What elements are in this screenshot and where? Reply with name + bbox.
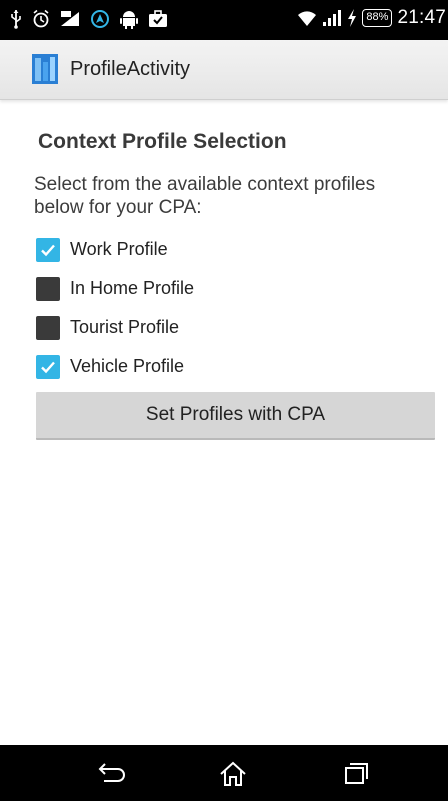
set-profiles-button[interactable]: Set Profiles with CPA (36, 392, 435, 440)
screen: 88% 21:47 ProfileActivity Context Profil… (0, 0, 448, 801)
work-profile-checkbox[interactable]: Work Profile (36, 230, 416, 269)
briefcase-icon (148, 10, 168, 28)
description-text: Select from the available context profil… (34, 174, 376, 218)
status-bar: 88% 21:47 (0, 0, 448, 40)
in-home-profile-checkbox[interactable]: In Home Profile (36, 269, 416, 308)
section-title: Context Profile Selection (38, 130, 287, 153)
profile-label: Work Profile (70, 239, 168, 259)
data-icon (60, 10, 80, 28)
checkbox-icon[interactable] (36, 237, 60, 262)
android-icon (120, 9, 138, 29)
checkbox-icon[interactable] (36, 276, 60, 301)
status-right-icons: 88% 21:47 (297, 7, 446, 29)
app-icon[interactable] (32, 54, 58, 84)
profile-label: In Home Profile (70, 278, 195, 298)
charging-icon (347, 9, 357, 27)
checkbox-icon[interactable] (36, 354, 60, 379)
recents-icon[interactable] (336, 759, 376, 789)
alarm-icon (32, 9, 50, 29)
nav-arrow-icon (90, 9, 110, 29)
home-icon[interactable] (213, 759, 253, 789)
checkbox-icon[interactable] (36, 315, 60, 340)
app-title: ProfileActivity (70, 58, 191, 80)
tourist-profile-checkbox[interactable]: Tourist Profile (36, 308, 416, 347)
profile-list: Work Profile In Home Profile Tourist Pro… (36, 230, 416, 386)
action-bar: ProfileActivity (0, 40, 448, 100)
profile-label: Tourist Profile (70, 317, 180, 337)
navigation-bar (0, 745, 448, 801)
battery-icon: 88% (362, 9, 393, 27)
back-icon[interactable] (90, 759, 130, 789)
status-clock: 21:47 (397, 7, 446, 28)
wifi-icon (297, 9, 317, 27)
profile-label: Vehicle Profile (70, 356, 185, 376)
signal-icon (322, 9, 342, 27)
vehicle-profile-checkbox[interactable]: Vehicle Profile (36, 347, 416, 386)
usb-icon (10, 9, 22, 29)
status-left-icons (10, 9, 168, 29)
